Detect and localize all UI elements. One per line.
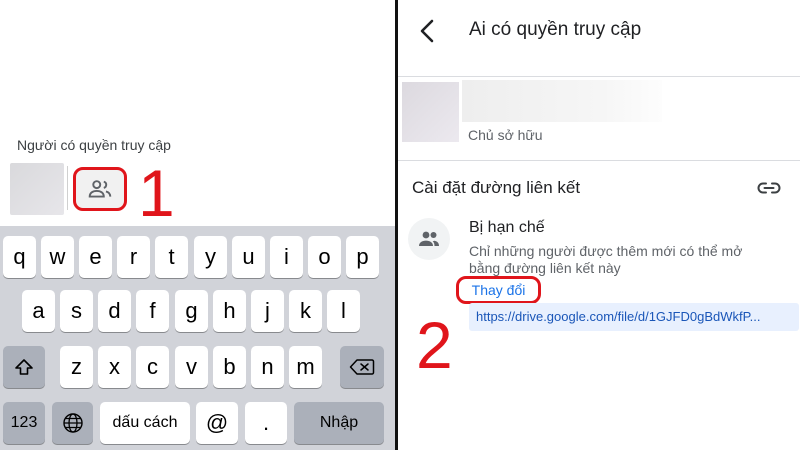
chevron-left-icon [420,19,434,43]
key-q[interactable]: q [3,236,36,278]
link-icon [757,182,781,194]
shift-arrow-icon [15,359,33,375]
key-m[interactable]: m [289,346,322,388]
key-f[interactable]: f [136,290,169,332]
key-j[interactable]: j [251,290,284,332]
onscreen-keyboard: q w e r t y u i o p a s d f g h j k l z … [0,226,395,450]
key-g[interactable]: g [175,290,208,332]
key-n[interactable]: n [251,346,284,388]
people-with-access-label: Người có quyền truy cập [17,137,171,153]
key-s[interactable]: s [60,290,93,332]
key-i[interactable]: i [270,236,303,278]
language-key[interactable] [52,402,93,444]
manage-access-button[interactable] [73,167,127,211]
key-a[interactable]: a [22,290,55,332]
share-link-url[interactable]: https://drive.google.com/file/d/1GJFD0gB… [469,303,799,331]
owner-role-label: Chủ sở hữu [468,127,543,143]
key-p[interactable]: p [346,236,379,278]
shift-key[interactable] [3,346,45,388]
globe-icon [62,413,83,433]
key-w[interactable]: w [41,236,74,278]
key-r[interactable]: r [117,236,150,278]
left-panel: Người có quyền truy cập 1 q w e r t y u … [0,0,395,450]
step-number-2: 2 [416,308,453,382]
key-l[interactable]: l [327,290,360,332]
key-u[interactable]: u [232,236,265,278]
key-c[interactable]: c [136,346,169,388]
key-x[interactable]: x [98,346,131,388]
at-key[interactable]: @ [196,402,238,444]
dot-key[interactable]: . [245,402,287,444]
space-key[interactable]: dấu cách [100,402,190,444]
key-y[interactable]: y [194,236,227,278]
restricted-description: Chỉ những người được thêm mới có thể mở … [469,243,743,276]
key-k[interactable]: k [289,290,322,332]
key-b[interactable]: b [213,346,246,388]
copy-link-button[interactable] [756,178,782,198]
key-o[interactable]: o [308,236,341,278]
section-divider [398,160,800,161]
numbers-key[interactable]: 123 [3,402,45,444]
backspace-icon [349,359,375,375]
back-button[interactable] [412,16,442,46]
step-number-1: 1 [138,156,175,230]
people-icon [419,231,439,246]
key-h[interactable]: h [213,290,246,332]
right-panel: Ai có quyền truy cập Chủ sở hữu Cài đặt … [398,0,800,450]
key-t[interactable]: t [155,236,188,278]
key-d[interactable]: d [98,290,131,332]
restricted-title[interactable]: Bị hạn chế [469,219,545,237]
divider [67,166,68,210]
key-e[interactable]: e [79,236,112,278]
page-title: Ai có quyền truy cập [469,19,642,40]
return-key[interactable]: Nhập [294,402,384,444]
key-z[interactable]: z [60,346,93,388]
avatar [10,163,64,215]
owner-avatar [402,82,459,142]
restricted-access-avatar [408,218,450,260]
key-v[interactable]: v [175,346,208,388]
header-divider [398,76,800,77]
owner-name-blurred [462,80,662,122]
change-button[interactable]: Thay đổi [456,276,541,304]
link-settings-heading: Cài đặt đường liên kết [412,178,581,197]
people-icon [88,180,112,198]
backspace-key[interactable] [340,346,384,388]
